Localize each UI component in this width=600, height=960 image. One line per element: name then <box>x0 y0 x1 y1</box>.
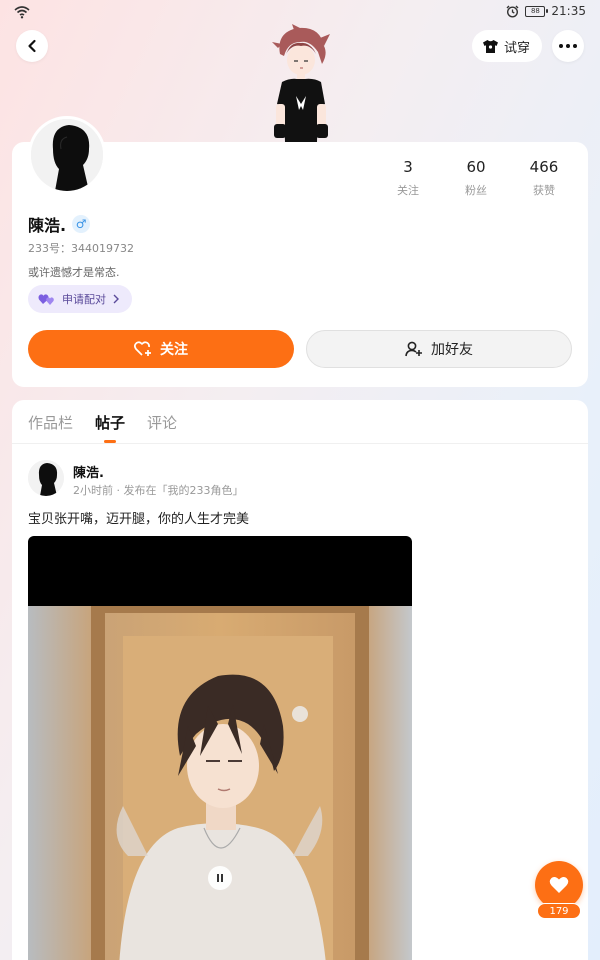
chevron-right-icon <box>113 294 119 304</box>
back-button[interactable] <box>16 30 48 62</box>
stat-following[interactable]: 3 关注 <box>374 158 442 198</box>
profile-bio: 或许遗憾才是常态. <box>28 266 120 279</box>
stat-value: 60 <box>466 158 486 176</box>
video-frame <box>28 606 412 960</box>
stat-label: 关注 <box>397 184 419 197</box>
pause-button[interactable] <box>208 866 232 890</box>
tab-divider <box>12 443 588 444</box>
male-icon: ♂ <box>72 215 91 233</box>
post-author-name[interactable]: 陳浩. <box>73 462 104 481</box>
tshirt-icon <box>482 39 498 53</box>
chevron-left-icon <box>28 39 36 53</box>
tab-works[interactable]: 作品栏 <box>28 412 73 443</box>
tab-comments[interactable]: 评论 <box>147 412 177 443</box>
alarm-icon <box>506 5 519 18</box>
follow-label: 关注 <box>160 342 188 358</box>
add-user-icon <box>405 341 422 357</box>
content-card: 作品栏 帖子 评论 陳浩. 2小时前 · 发布在「我的233角色」 宝贝张开嘴，… <box>12 400 588 960</box>
clock: 21:35 <box>551 4 586 18</box>
profile-tabs: 作品栏 帖子 评论 <box>28 412 177 443</box>
heart-icon <box>549 877 569 893</box>
pause-icon <box>217 874 223 882</box>
stat-value: 466 <box>529 158 559 176</box>
try-on-button[interactable]: 试穿 <box>471 30 542 62</box>
name-row: 陳浩. ♂ <box>28 212 91 236</box>
stat-label: 粉丝 <box>465 184 487 197</box>
try-on-label: 试穿 <box>503 40 530 56</box>
add-friend-button[interactable]: 加好友 <box>306 330 572 368</box>
follow-button[interactable]: 关注 <box>28 330 294 368</box>
add-friend-label: 加好友 <box>431 342 473 358</box>
tab-posts[interactable]: 帖子 <box>95 412 125 443</box>
like-button[interactable] <box>535 861 583 909</box>
silhouette-image <box>28 460 64 496</box>
wifi-icon <box>14 6 30 19</box>
post-meta: 2小时前 · 发布在「我的233角色」 <box>73 484 244 497</box>
profile-uid[interactable]: 233号：344019732 <box>28 240 134 256</box>
battery-icon: 88 <box>525 5 549 17</box>
profile-avatar[interactable] <box>28 116 106 194</box>
stats-row: 3 关注 60 粉丝 466 获赞 <box>374 158 578 198</box>
profile-name: 陳浩. <box>28 216 67 235</box>
heart-plus-icon <box>134 341 151 356</box>
request-pair-button[interactable]: 申请配对 <box>28 285 132 313</box>
stat-label: 获赞 <box>533 184 555 197</box>
like-count: 179 <box>537 903 581 919</box>
stat-likes[interactable]: 466 获赞 <box>510 158 578 198</box>
battery-level: 88 <box>530 6 540 15</box>
character-avatar[interactable] <box>270 24 332 144</box>
profile-card: 3 关注 60 粉丝 466 获赞 陳浩. ♂ 233号：344019732 或… <box>12 116 588 387</box>
request-pair-label: 申请配对 <box>62 293 106 306</box>
post-video[interactable] <box>28 536 412 960</box>
more-button[interactable] <box>552 30 584 62</box>
status-bar: 88 21:35 <box>0 0 600 24</box>
stat-value: 3 <box>403 158 413 176</box>
post-text: 宝贝张开嘴，迈开腿，你的人生才完美 <box>28 512 250 527</box>
hearts-icon <box>38 294 54 305</box>
silhouette-image <box>31 119 103 191</box>
post-author-avatar[interactable] <box>28 460 64 496</box>
stat-fans[interactable]: 60 粉丝 <box>442 158 510 198</box>
more-dots-icon <box>559 44 577 48</box>
